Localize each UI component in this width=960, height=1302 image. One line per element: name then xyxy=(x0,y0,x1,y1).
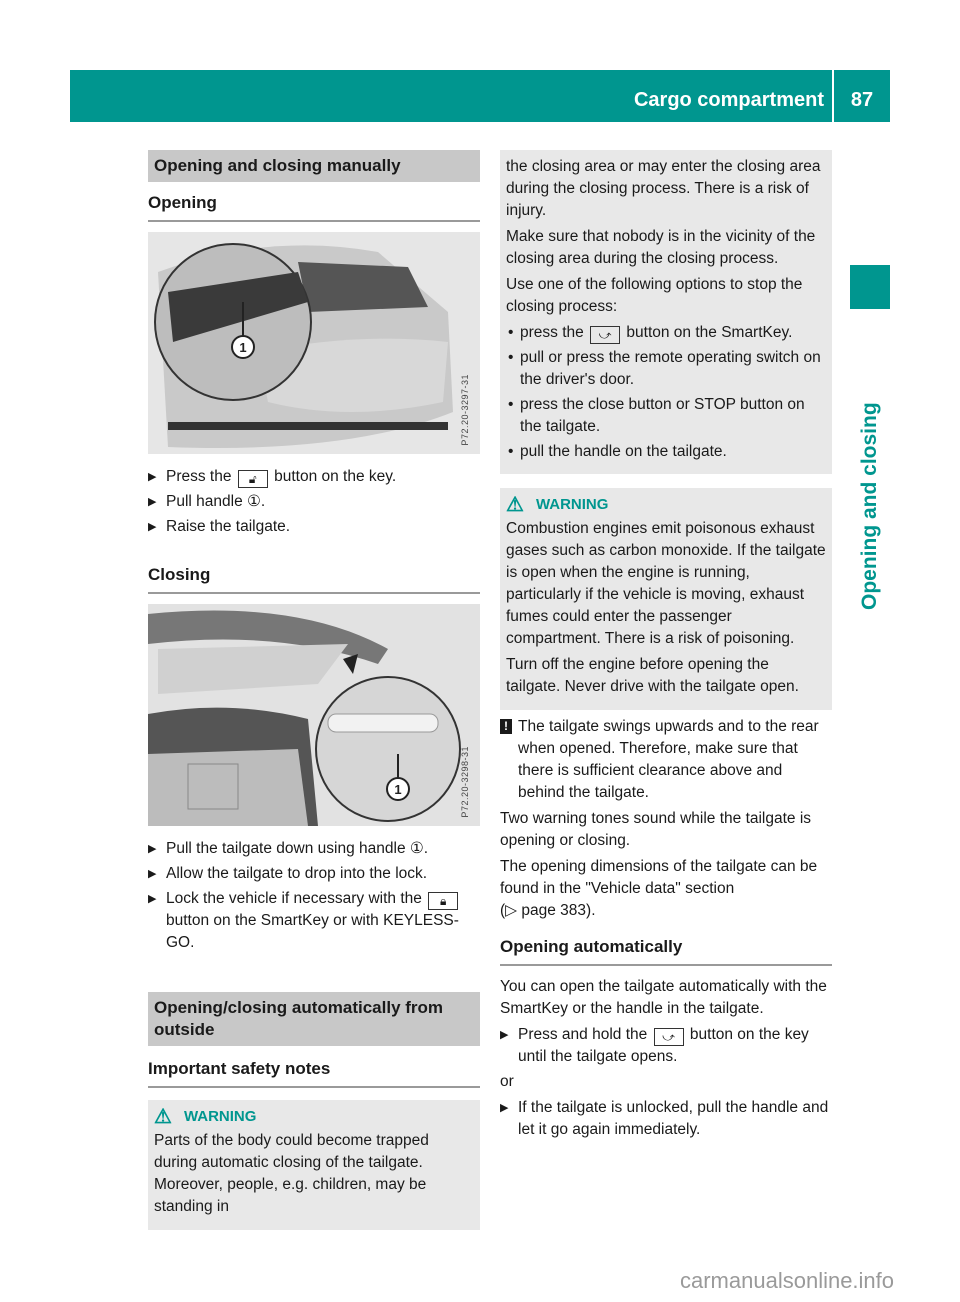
subheading-closing: Closing xyxy=(148,562,480,594)
svg-text:1: 1 xyxy=(239,340,246,355)
step-arrow-icon: ▶ xyxy=(148,521,157,533)
page-reference-link[interactable]: (▷ page 383). xyxy=(500,902,596,919)
or-label: or xyxy=(500,1073,514,1090)
note-clearance: ! The tailgate swings upwards and to the… xyxy=(500,716,832,804)
figure-code: P72.20-3297-31 xyxy=(460,374,470,446)
figure-opening-handle: 1 P72.20-3297-31 xyxy=(148,232,480,454)
exclamation-icon: ! xyxy=(500,719,512,734)
subheading-opening: Opening xyxy=(148,190,480,222)
tailgate-icon: ⤻ xyxy=(590,326,621,344)
step-raise-tailgate: ▶ Raise the tailgate. xyxy=(148,516,480,538)
figure-closing-handle: 1 P72.20-3298-31 xyxy=(148,604,480,826)
tailgate-icon: ⤻ xyxy=(653,1028,684,1046)
warning-box-trapped: ⚠︎ WARNING Parts of the body could becom… xyxy=(148,1100,480,1230)
lock-icon: 🔒︎ xyxy=(428,892,459,910)
warning-box-trapped-continued: the closing area or may enter the closin… xyxy=(500,150,832,474)
heading-opening-closing-manually: Opening and closing manually xyxy=(148,150,480,182)
para-warning-tones: Two warning tones sound while the tailga… xyxy=(500,810,812,849)
figure-code: P72.20-3298-31 xyxy=(460,746,470,818)
car-rear-illustration: 1 xyxy=(148,232,480,454)
unlock-icon: 🔓︎ xyxy=(237,470,268,488)
side-tab-label: Opening and closing xyxy=(858,402,881,610)
warning-triangle-icon: ⚠︎ xyxy=(506,494,524,516)
warning-header: ⚠︎ WARNING xyxy=(154,1106,257,1128)
left-column: Opening and closing manually Opening 1 P… xyxy=(148,150,480,1230)
step-arrow-icon: ▶ xyxy=(500,1029,509,1041)
warning-text: Parts of the body could become trapped d… xyxy=(154,1132,429,1215)
step-arrow-icon: ▶ xyxy=(148,893,157,905)
step-press-hold: ▶ Press and hold the ⤻ button on the key… xyxy=(500,1026,809,1065)
step-arrow-icon: ▶ xyxy=(148,843,157,855)
heading-auto-from-outside: Opening/closing automatically from outsi… xyxy=(148,992,480,1046)
step-lock-vehicle: ▶ Lock the vehicle if necessary with the… xyxy=(148,890,459,951)
step-arrow-icon: ▶ xyxy=(148,496,157,508)
para-auto-intro: You can open the tailgate automatically … xyxy=(500,978,827,1017)
warning-triangle-icon: ⚠︎ xyxy=(154,1106,172,1128)
page-number: 87 xyxy=(850,89,874,111)
cargo-area-illustration: 1 xyxy=(148,604,480,826)
step-arrow-icon: ▶ xyxy=(148,471,157,483)
step-press-unlock: ▶ Press the 🔓︎ button on the key. xyxy=(148,468,397,488)
warning-header: ⚠︎ WARNING xyxy=(506,494,609,516)
warning-box-exhaust: ⚠︎ WARNING Combustion engines emit poiso… xyxy=(500,488,832,710)
para-dimensions: The opening dimensions of the tailgate c… xyxy=(500,858,818,919)
step-arrow-icon: ▶ xyxy=(148,868,157,880)
stop-option: • pull the handle on the tailgate. xyxy=(508,443,727,460)
svg-text:1: 1 xyxy=(394,782,401,797)
step-drop-lock: ▶ Allow the tailgate to drop into the lo… xyxy=(148,863,480,885)
stop-option: • press the close button or STOP button … xyxy=(508,396,805,435)
right-column: the closing area or may enter the closin… xyxy=(500,150,832,1144)
subheading-safety-notes: Important safety notes xyxy=(148,1056,480,1088)
step-pull-down: ▶ Pull the tailgate down using handle ①. xyxy=(148,838,480,860)
step-pull-handle-auto: ▶ If the tailgate is unlocked, pull the … xyxy=(500,1099,829,1138)
stop-option: • pull or press the remote operating swi… xyxy=(508,349,821,388)
stop-option: • press the ⤻ button on the SmartKey. xyxy=(508,324,793,344)
step-arrow-icon: ▶ xyxy=(500,1102,509,1114)
watermark: carmanualsonline.info xyxy=(680,1268,895,1293)
subheading-opening-automatically: Opening automatically xyxy=(500,934,832,966)
step-pull-handle: ▶ Pull handle ①. xyxy=(148,491,480,513)
side-tab-marker xyxy=(850,265,890,309)
section-title: Cargo compartment xyxy=(633,89,824,111)
